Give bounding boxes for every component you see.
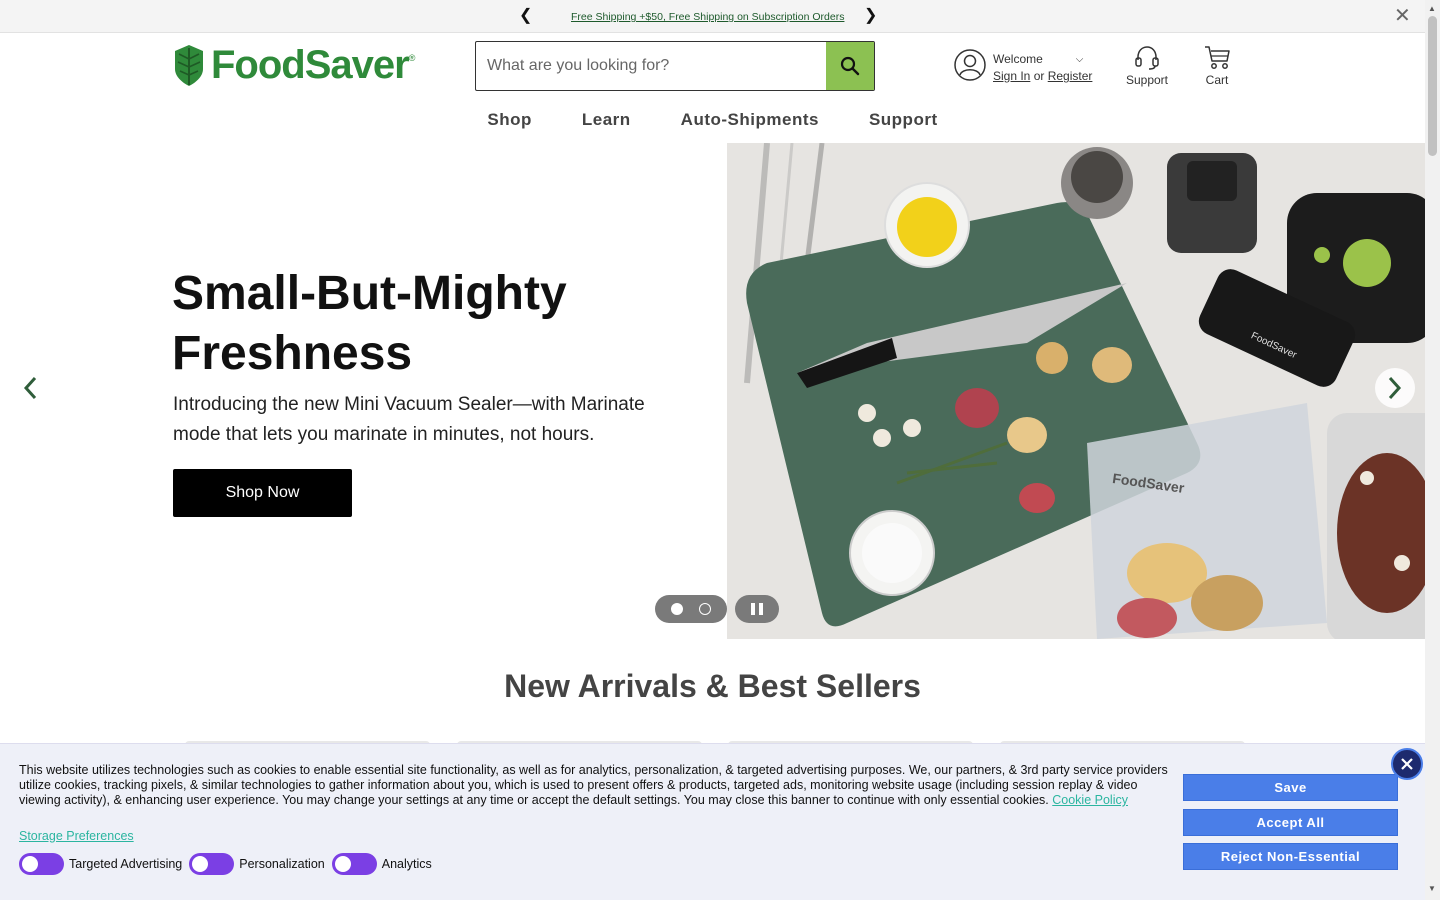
scrollbar[interactable]: ▲ ▼	[1425, 0, 1440, 900]
chevron-right-icon[interactable]: ❯	[864, 8, 877, 24]
toggle-targeted-advertising[interactable]	[19, 853, 64, 875]
food-prep-illustration: FoodSaver FoodSaver	[727, 143, 1425, 639]
announcement-link[interactable]: Free Shipping +$50, Free Shipping on Sub…	[571, 11, 844, 23]
cart-icon	[1205, 46, 1230, 69]
chevron-down-icon[interactable]: ⌵	[1076, 54, 1084, 65]
search-icon	[840, 56, 860, 76]
carousel-dots	[655, 595, 727, 623]
welcome-label: Welcome	[993, 52, 1043, 66]
scroll-up-icon[interactable]: ▲	[1428, 4, 1436, 13]
cookie-banner: This website utilizes technologies such …	[0, 743, 1425, 900]
announcement-bar: ❮ Free Shipping +$50, Free Shipping on S…	[0, 0, 1425, 33]
close-icon[interactable]: ✕	[1394, 6, 1411, 26]
toggle-label: Personalization	[239, 857, 325, 871]
user-icon	[954, 49, 986, 81]
hero-title-line-1: Small-But-Mighty	[172, 267, 567, 320]
cart-label: Cart	[1205, 73, 1229, 87]
close-banner-button[interactable]	[1391, 748, 1423, 780]
nav-item-auto-shipments[interactable]: Auto-Shipments	[681, 110, 819, 130]
cookie-text-body: This website utilizes technologies such …	[19, 763, 1168, 807]
shop-now-button[interactable]: Shop Now	[173, 469, 352, 517]
search-button[interactable]	[826, 42, 874, 90]
sign-in-link[interactable]: Sign In	[993, 69, 1030, 83]
chevron-left-icon	[23, 376, 37, 400]
cart-link[interactable]: Cart	[1200, 45, 1234, 87]
scroll-down-icon[interactable]: ▼	[1428, 884, 1436, 893]
storage-preferences-link[interactable]: Storage Preferences	[19, 829, 134, 843]
carousel-prev-button[interactable]	[10, 368, 50, 408]
pause-icon	[751, 603, 755, 615]
support-link[interactable]: Support	[1124, 45, 1170, 87]
carousel-next-button[interactable]	[1375, 368, 1415, 408]
register-link[interactable]: Register	[1048, 69, 1093, 83]
carousel-pause-button[interactable]	[735, 595, 779, 623]
scrollbar-thumb[interactable]	[1428, 16, 1437, 156]
close-icon	[1401, 758, 1413, 770]
save-button[interactable]: Save	[1183, 774, 1398, 801]
leaf-logo-icon	[175, 45, 203, 86]
nav-item-support[interactable]: Support	[869, 110, 938, 130]
hero-subtitle: Introducing the new Mini Vacuum Sealer—w…	[173, 394, 645, 445]
toggle-label: Analytics	[381, 857, 432, 871]
chevron-right-icon	[1388, 376, 1402, 400]
toggle-label: Targeted Advertising	[69, 857, 183, 871]
or-label: or	[1033, 69, 1045, 83]
reject-non-essential-button[interactable]: Reject Non-Essential	[1183, 843, 1398, 870]
search-input[interactable]	[476, 42, 826, 90]
nav-item-shop[interactable]: Shop	[487, 110, 532, 130]
accept-all-button[interactable]: Accept All	[1183, 809, 1398, 836]
search-bar	[475, 41, 875, 91]
cookie-text: This website utilizes technologies such …	[19, 763, 1174, 808]
cookie-toggles: Targeted Advertising Personalization Ana…	[19, 853, 439, 875]
carousel-dot-2[interactable]	[699, 603, 711, 615]
toggle-analytics[interactable]	[331, 853, 377, 875]
support-label: Support	[1125, 73, 1169, 87]
toggle-personalization[interactable]	[189, 853, 235, 875]
carousel-dot-1[interactable]	[671, 603, 683, 615]
nav-item-learn[interactable]: Learn	[582, 110, 631, 130]
pause-icon-bar	[759, 603, 763, 615]
account-menu[interactable]: Welcome ⌵ Sign In or Register	[954, 49, 1092, 83]
section-title: New Arrivals & Best Sellers	[504, 668, 921, 704]
hero-image: FoodSaver FoodSaver	[727, 143, 1425, 639]
hero-title: Small-But-Mighty Freshness	[172, 264, 692, 384]
registered-mark: ®	[408, 53, 416, 63]
logo-wordmark: FoodSaver	[211, 43, 410, 87]
cookie-policy-link[interactable]: Cookie Policy	[1052, 793, 1128, 807]
headset-icon	[1135, 46, 1159, 70]
main-nav: Shop Learn Auto-Shipments Support	[0, 110, 1425, 130]
hero-title-line-2: Freshness	[172, 327, 413, 380]
chevron-left-icon[interactable]: ❮	[519, 8, 532, 24]
logo[interactable]: FoodSaver ®	[173, 45, 415, 86]
